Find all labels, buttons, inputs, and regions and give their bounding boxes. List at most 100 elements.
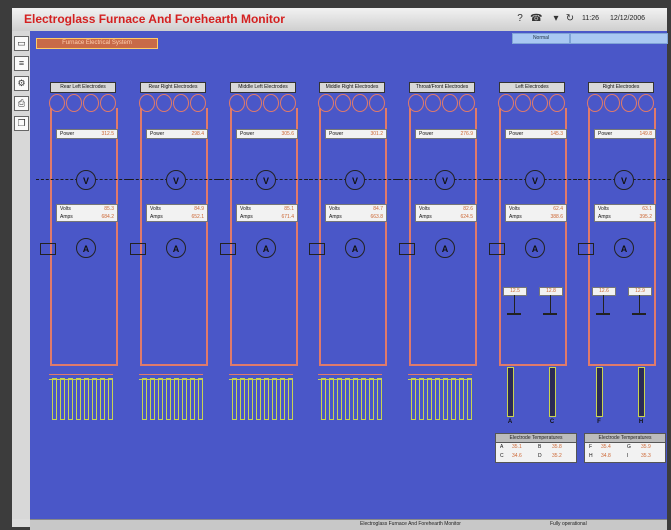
- group-label[interactable]: Middle Right Electrodes: [319, 82, 385, 93]
- electrode-rod[interactable]: [150, 378, 155, 420]
- refresh-icon[interactable]: ↻: [564, 13, 576, 25]
- electrode-rod[interactable]: [256, 378, 261, 420]
- electrode-rod[interactable]: [60, 378, 65, 420]
- group-label[interactable]: Throat/Front Electrodes: [409, 82, 475, 93]
- amps-label: Amps: [60, 214, 73, 220]
- coil-loop: [532, 94, 548, 112]
- electrode-rod[interactable]: [272, 378, 277, 420]
- setpoint-value[interactable]: 12.8: [539, 287, 563, 296]
- electrode-rod[interactable]: [92, 378, 97, 420]
- electrode-rod[interactable]: [264, 378, 269, 420]
- power-label: Power: [150, 131, 165, 137]
- electrode-rod[interactable]: [459, 378, 464, 420]
- electrode-rod[interactable]: [198, 378, 203, 420]
- electrode-rod[interactable]: [100, 378, 105, 420]
- volts-label: Volts: [598, 206, 609, 212]
- electrode-rod[interactable]: [52, 378, 57, 420]
- minimize-icon[interactable]: ▾: [550, 13, 562, 25]
- electrode-rod[interactable]: [411, 378, 416, 420]
- circuit-rail: [475, 108, 477, 366]
- coil-loop: [335, 94, 351, 112]
- amps-value: 684.2: [101, 214, 114, 220]
- current-transformer: [40, 243, 56, 255]
- voltmeter-icon[interactable]: V: [435, 170, 455, 190]
- voltmeter-icon[interactable]: V: [256, 170, 276, 190]
- electrode-label: H: [638, 419, 644, 425]
- volts-label: Volts: [60, 206, 71, 212]
- electrode-rod[interactable]: [68, 378, 73, 420]
- electrode-rod[interactable]: [240, 378, 245, 420]
- electrode-rod[interactable]: [158, 378, 163, 420]
- side-electrode[interactable]: [638, 367, 645, 417]
- electrode-rod[interactable]: [361, 378, 366, 420]
- side-electrode[interactable]: [596, 367, 603, 417]
- group-label[interactable]: Left Electrodes: [499, 82, 565, 93]
- electrode-rod[interactable]: [108, 378, 113, 420]
- electrode-rod[interactable]: [353, 378, 358, 420]
- electrode-rod[interactable]: [377, 378, 382, 420]
- group-label[interactable]: Rear Right Electrodes: [140, 82, 206, 93]
- setpoint-value[interactable]: 12.5: [503, 287, 527, 296]
- side-electrode[interactable]: [507, 367, 514, 417]
- ammeter-icon[interactable]: A: [614, 238, 634, 258]
- thermocouple-stem: [550, 295, 551, 313]
- power-readout: Power 312.5: [56, 129, 118, 139]
- electrode-rod[interactable]: [369, 378, 374, 420]
- ammeter-icon[interactable]: A: [435, 238, 455, 258]
- electrode-rod[interactable]: [182, 378, 187, 420]
- voltmeter-icon[interactable]: V: [525, 170, 545, 190]
- electrode-rod[interactable]: [443, 378, 448, 420]
- side-electrode[interactable]: [549, 367, 556, 417]
- setpoint-value[interactable]: 12.6: [592, 287, 616, 296]
- setpoint-value[interactable]: 12.9: [628, 287, 652, 296]
- electrode-rod[interactable]: [345, 378, 350, 420]
- settings-icon[interactable]: ⚙: [14, 76, 29, 91]
- electrode-rod[interactable]: [288, 378, 293, 420]
- electrode-rod[interactable]: [329, 378, 334, 420]
- electrode-rod[interactable]: [280, 378, 285, 420]
- coil-loop: [352, 94, 368, 112]
- ammeter-icon[interactable]: A: [76, 238, 96, 258]
- print-icon[interactable]: ⎙: [14, 96, 29, 111]
- electrode-rod[interactable]: [435, 378, 440, 420]
- voltmeter-icon[interactable]: V: [614, 170, 634, 190]
- electrode-rod[interactable]: [190, 378, 195, 420]
- electrode-rod[interactable]: [427, 378, 432, 420]
- monitor-icon[interactable]: ▭: [14, 36, 29, 51]
- coil-loop: [369, 94, 385, 112]
- electrode-rod[interactable]: [451, 378, 456, 420]
- voltmeter-icon[interactable]: V: [76, 170, 96, 190]
- electrode-rod[interactable]: [337, 378, 342, 420]
- amps-value: 624.5: [460, 214, 473, 220]
- circuit-rail: [116, 108, 118, 366]
- group-label[interactable]: Middle Left Electrodes: [230, 82, 296, 93]
- electrode-rod[interactable]: [174, 378, 179, 420]
- volts-amps-readout: Volts 82.6 Amps 624.5: [415, 204, 477, 222]
- electrode-rod[interactable]: [232, 378, 237, 420]
- electrode-rod[interactable]: [142, 378, 147, 420]
- electrode-rod[interactable]: [248, 378, 253, 420]
- group-label[interactable]: Rear Left Electrodes: [50, 82, 116, 93]
- electrode-rod[interactable]: [467, 378, 472, 420]
- thermocouple-base: [632, 313, 646, 315]
- table-row: F 35.4 G 35.9: [585, 443, 665, 452]
- coil-loop: [156, 94, 172, 112]
- ammeter-icon[interactable]: A: [525, 238, 545, 258]
- help-icon[interactable]: ?: [514, 13, 526, 25]
- group-label[interactable]: Right Electrodes: [588, 82, 654, 93]
- voltmeter-icon[interactable]: V: [345, 170, 365, 190]
- electrode-rod[interactable]: [84, 378, 89, 420]
- ammeter-icon[interactable]: A: [345, 238, 365, 258]
- voltmeter-icon[interactable]: V: [166, 170, 186, 190]
- electrode-rod[interactable]: [166, 378, 171, 420]
- copy-icon[interactable]: ❐: [14, 116, 29, 131]
- electrode-rod[interactable]: [321, 378, 326, 420]
- electrode-rod[interactable]: [419, 378, 424, 420]
- document-icon[interactable]: ≡: [14, 56, 29, 71]
- ammeter-icon[interactable]: A: [166, 238, 186, 258]
- power-label: Power: [419, 131, 434, 137]
- table-row: A 35.1 B 35.8: [496, 443, 576, 452]
- electrode-rod[interactable]: [76, 378, 81, 420]
- ammeter-icon[interactable]: A: [256, 238, 276, 258]
- alarm-icon[interactable]: ☎: [530, 13, 542, 25]
